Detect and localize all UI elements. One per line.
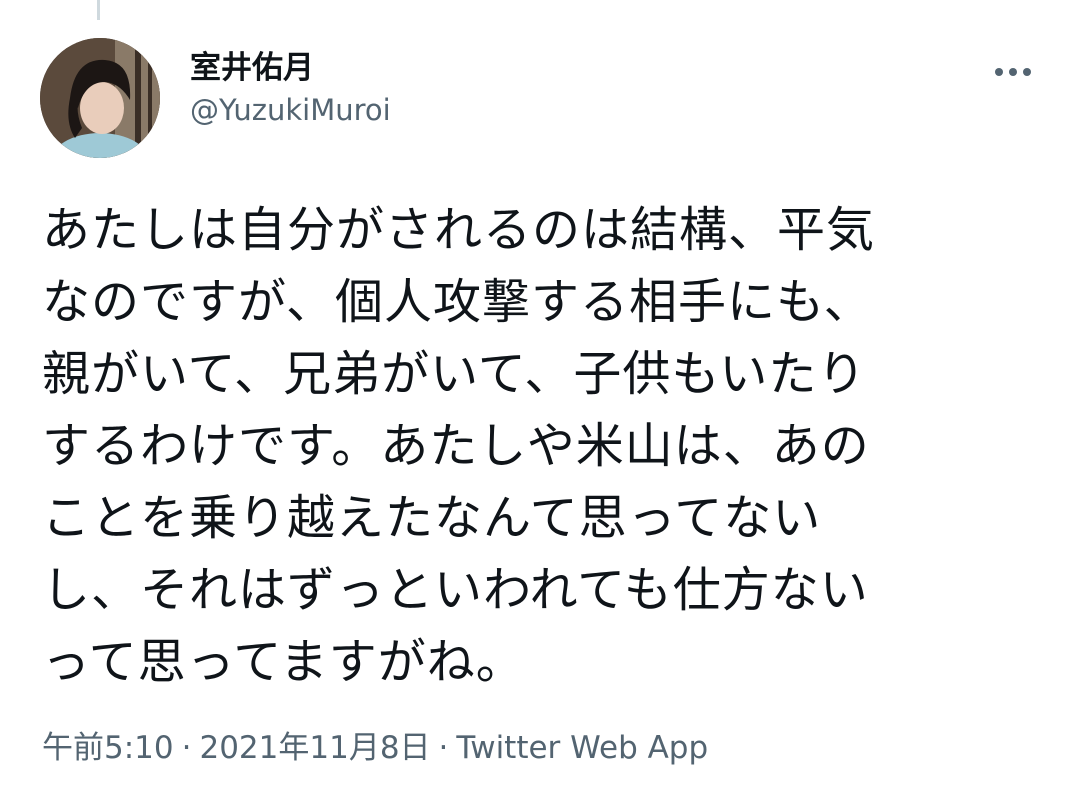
tweet-text-line: ことを乗り越えたなんて思ってない bbox=[42, 490, 822, 546]
tweet-header: 室井佑月 @YuzukiMuroi bbox=[40, 38, 1037, 158]
dot bbox=[995, 68, 1003, 76]
tweet-source-link[interactable]: Twitter Web App bbox=[456, 730, 708, 766]
meta-separator: · bbox=[438, 730, 449, 766]
tweet-text: あたしは自分がされるのは結構、平気 なのですが、個人攻撃する相手にも、 親がいて… bbox=[42, 194, 1042, 698]
author-names: 室井佑月 @YuzukiMuroi bbox=[190, 48, 391, 130]
dot bbox=[1023, 68, 1031, 76]
tweet-date-link[interactable]: 2021年11月8日 bbox=[199, 730, 430, 766]
tweet-text-line: あたしは自分がされるのは結構、平気 bbox=[42, 202, 876, 258]
avatar[interactable] bbox=[40, 38, 160, 158]
author-display-name[interactable]: 室井佑月 bbox=[190, 48, 391, 88]
thread-connector-line bbox=[97, 0, 100, 20]
more-options-button[interactable] bbox=[989, 56, 1037, 88]
tweet-text-line: なのですが、個人攻撃する相手にも、 bbox=[42, 274, 873, 330]
tweet-text-line: って思ってますがね。 bbox=[42, 634, 525, 690]
tweet-text-line: するわけです。あたしや米山は、あの bbox=[42, 418, 870, 474]
author-handle[interactable]: @YuzukiMuroi bbox=[190, 90, 391, 130]
dot bbox=[1009, 68, 1017, 76]
meta-separator: · bbox=[181, 730, 192, 766]
tweet-text-line: 親がいて、兄弟がいて、子供もいたり bbox=[42, 346, 867, 402]
more-horizontal-icon bbox=[995, 68, 1031, 76]
tweet-time-link[interactable]: 午前5:10 bbox=[42, 730, 174, 766]
tweet-text-line: し、それはずっといわれても仕方ない bbox=[42, 562, 869, 618]
avatar-photo bbox=[40, 38, 160, 158]
tweet-meta: 午前5:10 · 2021年11月8日 · Twitter Web App bbox=[42, 726, 708, 770]
